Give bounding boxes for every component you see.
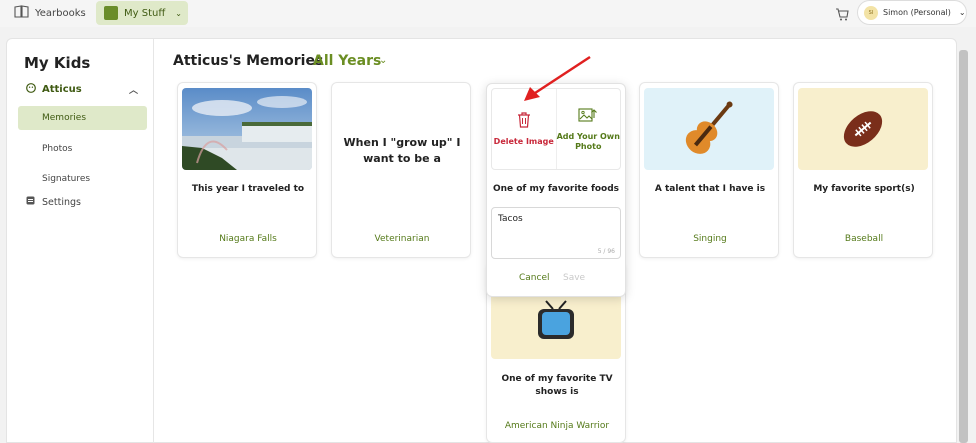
settings-label: Settings (42, 196, 81, 208)
book-icon (14, 5, 29, 21)
cart-icon[interactable] (835, 6, 849, 25)
save-button[interactable]: Save (563, 273, 585, 283)
waterfall-photo (182, 88, 312, 170)
card-answer: American Ninja Warrior (504, 421, 610, 431)
sidebar-item-label: Photos (42, 144, 73, 154)
memory-card[interactable]: A talent that I have is Singing (639, 82, 779, 258)
kid-name: Atticus (42, 84, 82, 95)
card-prompt: My favorite sport(s) (813, 184, 915, 194)
card-prompt: One of my favorite TV shows is (501, 374, 613, 397)
sidebar-title: My Kids (24, 54, 91, 72)
sidebar-item-label: Memories (42, 113, 87, 123)
kid-face-icon (26, 83, 36, 96)
user-avatar: SI (864, 5, 878, 20)
memory-card[interactable]: My favorite sport(s) Baseball (793, 82, 933, 258)
my-stuff-avatar-icon (104, 6, 118, 20)
user-menu[interactable]: SI Simon (Personal) ⌄ (857, 0, 967, 25)
scrollbar[interactable] (959, 50, 968, 443)
answer-field[interactable]: Tacos 5 / 96 (491, 207, 621, 259)
trash-icon (516, 111, 532, 132)
card-answer: Baseball (844, 234, 884, 244)
sidebar-item-label: Signatures (42, 174, 91, 184)
sidebar-item-signatures[interactable]: Signatures (18, 167, 147, 191)
chevron-down-icon[interactable]: ⌄ (379, 55, 387, 66)
sidebar-kid-atticus[interactable]: Atticus ︿ (26, 83, 138, 96)
card-answer: Veterinarian (374, 234, 430, 244)
annotation-arrow-icon (520, 55, 592, 107)
cancel-button[interactable]: Cancel (519, 273, 550, 283)
my-stuff-dropdown[interactable]: My Stuff ⌄ (96, 1, 188, 25)
violin-icon (644, 88, 774, 170)
answer-field-value: Tacos (498, 214, 523, 224)
sidebar-item-photos[interactable]: Photos (18, 137, 147, 161)
sidebar-settings[interactable]: Settings (26, 196, 81, 208)
card-prompt: When I "grow up" I want to be a (343, 136, 461, 165)
card-prompt: A talent that I have is (654, 184, 766, 194)
chevron-up-icon[interactable]: ︿ (129, 83, 138, 96)
card-answer: Niagara Falls (219, 234, 277, 244)
delete-image-label: Delete Image (493, 137, 554, 146)
chevron-down-icon: ⌄ (175, 8, 182, 18)
yearbooks-label: Yearbooks (35, 7, 86, 19)
my-stuff-label: My Stuff (124, 7, 166, 19)
upload-photo-icon (578, 106, 598, 127)
sidebar-item-memories[interactable]: Memories (18, 106, 147, 130)
card-prompt: This year I traveled to (191, 184, 305, 194)
memory-card[interactable]: This year I traveled to Niagara Falls (177, 82, 317, 258)
top-bar: Yearbooks My Stuff ⌄ SI Simon (Personal)… (0, 0, 976, 27)
add-photo-label: Add Your Own Photo (556, 132, 620, 151)
chevron-down-icon: ⌄ (958, 8, 966, 17)
user-label: Simon (Personal) (883, 8, 951, 17)
memory-card[interactable]: When I "grow up" I want to be a Veterina… (331, 82, 471, 258)
page-title: Atticus's Memories (173, 53, 324, 69)
sidebar: My Kids Atticus ︿ Memories Photos Signat… (7, 39, 154, 443)
memory-edit-popup: Delete Image Add Your Own Photo One of m… (486, 83, 626, 297)
char-counter: 5 / 96 (597, 248, 615, 255)
football-icon (798, 88, 928, 170)
card-prompt: One of my favorite foods (492, 184, 620, 194)
year-filter[interactable]: All Years (313, 53, 381, 69)
card-answer: Singing (693, 234, 727, 244)
yearbooks-link[interactable]: Yearbooks (14, 5, 86, 21)
settings-icon (26, 196, 35, 208)
